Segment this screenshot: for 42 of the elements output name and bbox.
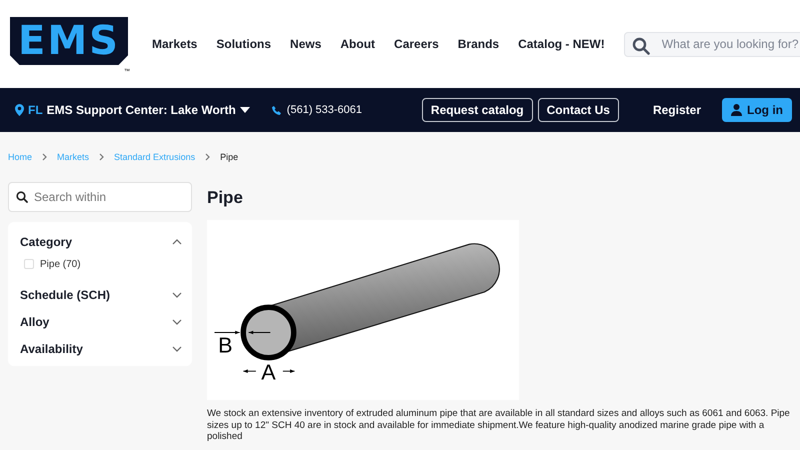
filter-title: Category	[20, 234, 72, 248]
page-title: Pipe	[207, 188, 244, 208]
user-icon	[731, 104, 742, 116]
nav-link[interactable]: Careers	[394, 37, 439, 51]
filter-header[interactable]: Schedule (SCH)	[20, 281, 182, 308]
search-within-field[interactable]: Search within	[8, 182, 192, 212]
description-text: We stock an extensive inventory of extruded aluminum pipe that are available in all standard sizes and alloys such as 6061 and 6063. Pipe sizes up to 12" SCH 40 are in stock and available for immediate shipment.We feature high-quality anodized marine grade pipe with a polished	[207, 408, 791, 442]
filter-title: Availability	[20, 342, 83, 356]
nav-link[interactable]: About	[340, 37, 376, 51]
company-logo[interactable]: EMS	[10, 17, 128, 65]
header-button[interactable]: Request catalog	[422, 98, 533, 122]
search-field[interactable]: What are you looking for?	[624, 32, 800, 56]
filter-header[interactable]: Alloy	[20, 308, 182, 335]
map-pin-icon	[15, 104, 24, 116]
phone-icon	[272, 106, 281, 114]
chevron-right-icon	[99, 153, 104, 161]
state-code: FL	[28, 103, 43, 117]
chevron-right-icon	[42, 153, 48, 161]
nav-link[interactable]: Catalog - NEW!	[518, 37, 605, 51]
option-label: Pipe (70)	[40, 258, 81, 270]
nav-link[interactable]: News	[290, 37, 322, 51]
logo-text: EMS	[18, 18, 120, 64]
login-button[interactable]: Log in	[722, 98, 792, 122]
dimension-label: B	[218, 332, 232, 358]
chevron-right-icon	[205, 153, 210, 161]
dimension-arrow	[214, 330, 271, 334]
caret-icon	[240, 107, 250, 113]
nav-link[interactable]: Markets	[152, 37, 198, 51]
register-link[interactable]: Register	[644, 98, 709, 122]
nav-link[interactable]: Brands	[458, 37, 500, 51]
filter-header[interactable]: Availability	[20, 335, 182, 362]
filter-title: Schedule (SCH)	[20, 288, 110, 302]
dimension-label: A	[261, 359, 276, 384]
header-button[interactable]: Contact Us	[538, 98, 619, 122]
filter-title: Alloy	[20, 314, 50, 328]
checkbox[interactable]	[24, 259, 34, 269]
breadcrumb-current: Pipe	[220, 152, 238, 162]
location-name: EMS Support Center: Lake Worth	[46, 103, 236, 117]
location-selector[interactable]: FL EMS Support Center: Lake Worth	[15, 103, 250, 117]
nav-link[interactable]: Solutions	[216, 37, 272, 51]
filter-header[interactable]: Category	[20, 228, 182, 255]
phone-number[interactable]: (561) 533-6061	[286, 104, 362, 116]
